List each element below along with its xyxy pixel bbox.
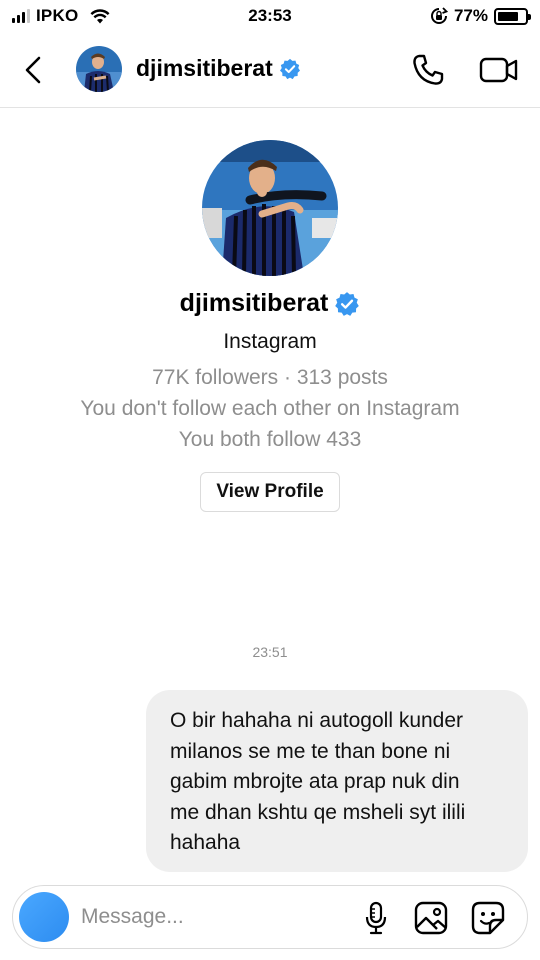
profile-source: Instagram: [223, 330, 317, 353]
view-profile-button[interactable]: View Profile: [200, 472, 340, 512]
message-timestamp: 23:51: [252, 644, 288, 660]
verified-badge-icon: [335, 291, 360, 316]
message-input[interactable]: [81, 903, 341, 931]
status-right: 77%: [430, 6, 531, 26]
rotation-lock-icon: [430, 7, 448, 24]
verified-badge-icon: [279, 58, 300, 79]
back-arrow-icon[interactable]: [18, 52, 50, 88]
header-username[interactable]: djimsitiberat: [136, 55, 301, 82]
sticker-icon[interactable]: [470, 900, 506, 936]
profile-avatar[interactable]: [202, 140, 338, 276]
microphone-icon[interactable]: [363, 900, 389, 936]
gallery-icon[interactable]: [413, 900, 449, 936]
chat-header: djimsitiberat: [0, 32, 540, 108]
battery-percent: 77%: [453, 6, 488, 25]
message-line: O bir hahaha ni autogoll kunder: [170, 709, 464, 732]
message-line: hahaha: [170, 831, 241, 854]
profile-username: djimsitiberat: [0, 289, 540, 318]
mutual-follow: You both follow 433: [178, 428, 362, 451]
battery-fill: [498, 11, 519, 21]
video-camera-icon[interactable]: [478, 52, 520, 88]
message-composer: [12, 885, 528, 949]
profile-username-text: djimsitiberat: [179, 289, 329, 317]
message-bubble[interactable]: O bir hahaha ni autogoll kunder milanos …: [146, 690, 528, 872]
phone-icon[interactable]: [410, 52, 446, 88]
message-line: milanos se me te than bone ni: [170, 739, 451, 763]
status-bar: IPKO 23:53 77%: [0, 0, 540, 32]
camera-icon[interactable]: [19, 892, 69, 942]
battery-icon: [494, 7, 531, 25]
profile-stats: 77K followers · 313 posts: [152, 366, 388, 389]
message-line: me dhan kshtu qe msheli syt ilili: [170, 800, 466, 824]
message-line: gabim mbrojte ata prap nuk din: [170, 770, 460, 793]
follow-status: You don't follow each other on Instagram: [80, 397, 460, 420]
header-avatar[interactable]: [76, 46, 122, 92]
header-username-text: djimsitiberat: [136, 55, 273, 81]
